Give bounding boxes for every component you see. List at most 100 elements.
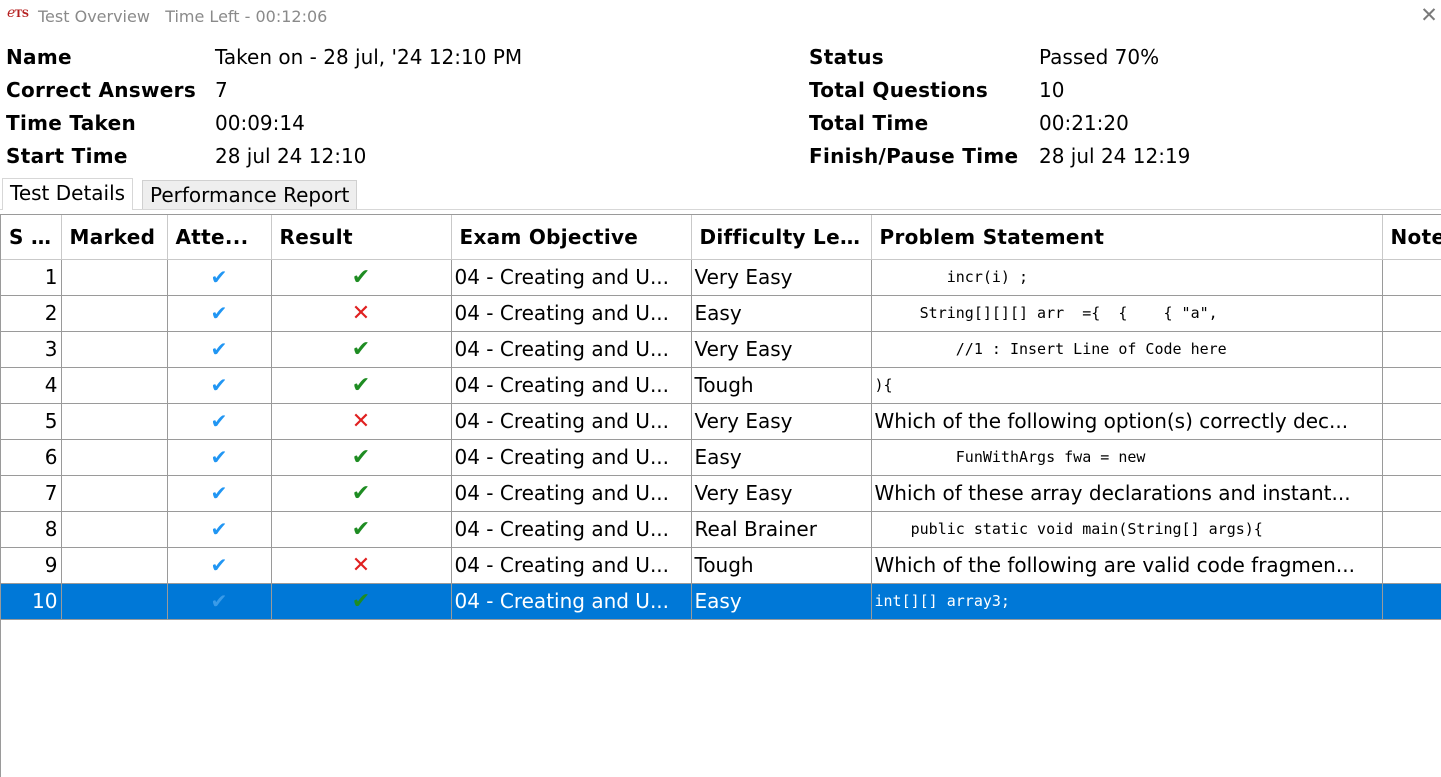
column-header-sno[interactable]: S ... bbox=[1, 215, 62, 260]
table-row[interactable]: 3 ✔ ✔ 04 - Creating and U... Very Easy //1 :… bbox=[1, 331, 1441, 368]
cell-sno: 5 bbox=[1, 403, 62, 440]
time-left-text: Time Left - 00:12:06 bbox=[165, 7, 328, 26]
cell-problem-statement: String[][][] arr ={ { { "a", bbox=[871, 295, 1383, 332]
column-header-result[interactable]: Result bbox=[271, 215, 452, 260]
cell-difficulty: Very Easy bbox=[691, 403, 872, 440]
attempted-check-icon: ✔ bbox=[210, 481, 228, 505]
cell-problem-statement: Which of the following are valid code fr… bbox=[871, 547, 1383, 584]
cell-sno: 4 bbox=[1, 367, 62, 404]
correct-check-icon: ✔ bbox=[351, 336, 371, 362]
cell-exam-objective: 04 - Creating and U... bbox=[451, 583, 692, 620]
cell-result: ✔ bbox=[271, 475, 452, 512]
cell-result: ✔ bbox=[271, 259, 452, 296]
cell-exam-objective: 04 - Creating and U... bbox=[451, 475, 692, 512]
wrong-cross-icon: ✕ bbox=[351, 300, 371, 326]
test-details-table-container[interactable]: S ... Marked Atte... Result Exam Objecti… bbox=[0, 214, 1441, 777]
cell-marked bbox=[61, 475, 168, 512]
cell-exam-objective: 04 - Creating and U... bbox=[451, 295, 692, 332]
cell-result: ✔ bbox=[271, 367, 452, 404]
column-header-problem-statement[interactable]: Problem Statement bbox=[871, 215, 1383, 260]
column-header-note[interactable]: Note bbox=[1382, 215, 1441, 260]
cell-difficulty: Easy bbox=[691, 295, 872, 332]
cell-result: ✕ bbox=[271, 295, 452, 332]
cell-attempted: ✔ bbox=[167, 367, 272, 404]
cell-exam-objective: 04 - Creating and U... bbox=[451, 439, 692, 476]
cell-marked bbox=[61, 439, 168, 476]
attempted-check-icon: ✔ bbox=[210, 373, 228, 397]
cell-exam-objective: 04 - Creating and U... bbox=[451, 547, 692, 584]
table-row[interactable]: 7 ✔ ✔ 04 - Creating and U... Very Easy Which … bbox=[1, 475, 1441, 512]
cell-marked bbox=[61, 403, 168, 440]
cell-problem-statement: public static void main(String[] args){ bbox=[871, 511, 1383, 548]
column-header-exam-objective[interactable]: Exam Objective bbox=[451, 215, 692, 260]
correct-check-icon: ✔ bbox=[351, 480, 371, 506]
cell-marked bbox=[61, 295, 168, 332]
cell-result: ✔ bbox=[271, 511, 452, 548]
attempted-check-icon: ✔ bbox=[210, 553, 228, 577]
close-icon[interactable]: ✕ bbox=[1419, 4, 1439, 26]
cell-attempted: ✔ bbox=[167, 439, 272, 476]
finish-time-value: 28 jul 24 12:19 bbox=[1039, 144, 1191, 168]
cell-sno: 1 bbox=[1, 259, 62, 296]
cell-marked bbox=[61, 259, 168, 296]
cell-marked bbox=[61, 547, 168, 584]
cell-result: ✔ bbox=[271, 439, 452, 476]
cell-sno: 6 bbox=[1, 439, 62, 476]
total-time-value: 00:21:20 bbox=[1039, 111, 1129, 135]
correct-check-icon: ✔ bbox=[351, 264, 371, 290]
cell-sno: 7 bbox=[1, 475, 62, 512]
cell-difficulty: Very Easy bbox=[691, 331, 872, 368]
title-bar: eTS Test Overview Time Left - 00:12:06 ✕ bbox=[0, 0, 1441, 34]
cell-exam-objective: 04 - Creating and U... bbox=[451, 367, 692, 404]
table-row[interactable]: 4 ✔ ✔ 04 - Creating and U... Tough){ bbox=[1, 367, 1441, 404]
cell-difficulty: Easy bbox=[691, 583, 872, 620]
cell-attempted: ✔ bbox=[167, 259, 272, 296]
column-header-marked[interactable]: Marked bbox=[61, 215, 168, 260]
cell-note bbox=[1382, 403, 1441, 440]
cell-difficulty: Tough bbox=[691, 547, 872, 584]
cell-problem-statement: //1 : Insert Line of Code here bbox=[871, 331, 1383, 368]
cell-attempted: ✔ bbox=[167, 403, 272, 440]
correct-answers-value: 7 bbox=[215, 78, 228, 102]
cell-difficulty: Very Easy bbox=[691, 259, 872, 296]
table-row[interactable]: 8 ✔ ✔ 04 - Creating and U... Real Brainer pu… bbox=[1, 511, 1441, 548]
tab-performance-report[interactable]: Performance Report bbox=[142, 180, 358, 210]
name-value: Taken on - 28 jul, '24 12:10 PM bbox=[215, 45, 523, 69]
cell-sno: 10 bbox=[1, 583, 62, 620]
attempted-check-icon: ✔ bbox=[210, 337, 228, 361]
cell-marked bbox=[61, 367, 168, 404]
cell-problem-statement: ){ bbox=[871, 367, 1383, 404]
cell-marked bbox=[61, 331, 168, 368]
cell-result: ✔ bbox=[271, 583, 452, 620]
tab-test-details[interactable]: Test Details bbox=[2, 178, 134, 210]
cell-exam-objective: 04 - Creating and U... bbox=[451, 511, 692, 548]
table-row[interactable]: 5 ✔ ✕ 04 - Creating and U... Very Easy Which … bbox=[1, 403, 1441, 440]
cell-sno: 3 bbox=[1, 331, 62, 368]
cell-note bbox=[1382, 331, 1441, 368]
ets-logo: eTS bbox=[7, 5, 29, 21]
table-row[interactable]: 6 ✔ ✔ 04 - Creating and U... Easy FunWithArg… bbox=[1, 439, 1441, 476]
table-row[interactable]: 2 ✔ ✕ 04 - Creating and U... Easy String[][]… bbox=[1, 295, 1441, 332]
cell-sno: 2 bbox=[1, 295, 62, 332]
table-row[interactable]: 9 ✔ ✕ 04 - Creating and U... Tough Which of t… bbox=[1, 547, 1441, 584]
total-questions-label: Total Questions bbox=[809, 78, 989, 102]
table-row[interactable]: 1 ✔ ✔ 04 - Creating and U... Very Easy incr(… bbox=[1, 259, 1441, 296]
cell-difficulty: Tough bbox=[691, 367, 872, 404]
finish-time-label: Finish/Pause Time bbox=[809, 144, 1019, 168]
cell-attempted: ✔ bbox=[167, 295, 272, 332]
cell-note bbox=[1382, 511, 1441, 548]
start-time-label: Start Time bbox=[6, 144, 128, 168]
cell-exam-objective: 04 - Creating and U... bbox=[451, 259, 692, 296]
attempted-check-icon: ✔ bbox=[210, 445, 228, 469]
time-taken-label: Time Taken bbox=[6, 111, 136, 135]
wrong-cross-icon: ✕ bbox=[351, 408, 371, 434]
cell-note bbox=[1382, 547, 1441, 584]
table-row[interactable]: 10 ✔ ✔ 04 - Creating and U... Easy int[][] ar… bbox=[1, 583, 1441, 620]
cell-note bbox=[1382, 367, 1441, 404]
cell-difficulty: Very Easy bbox=[691, 475, 872, 512]
cell-marked bbox=[61, 583, 168, 620]
cell-exam-objective: 04 - Creating and U... bbox=[451, 331, 692, 368]
column-header-attempted[interactable]: Atte... bbox=[167, 215, 272, 260]
column-header-difficulty[interactable]: Difficulty Le... bbox=[691, 215, 872, 260]
window-title: Test Overview Time Left - 00:12:06 bbox=[38, 7, 328, 26]
